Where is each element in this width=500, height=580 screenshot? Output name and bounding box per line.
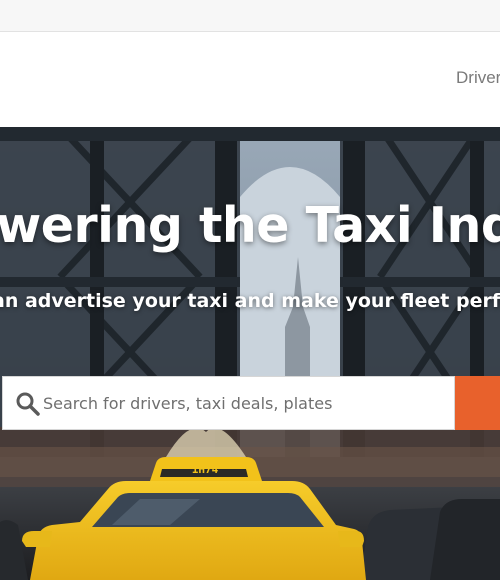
hero-background-photo: [0, 127, 500, 580]
search-icon: [16, 392, 40, 416]
hero-banner: 1H74 wering the Taxi Indu an advertise y…: [0, 127, 500, 580]
search-box: [2, 376, 455, 430]
taxi-roof-sign: 1H74: [191, 463, 219, 476]
top-bar: [0, 0, 500, 32]
search-input[interactable]: [43, 377, 448, 429]
nav-link-drivers[interactable]: Driver: [456, 68, 500, 88]
hero-subtitle: an advertise your taxi and make your fle…: [0, 290, 500, 312]
search-button[interactable]: [455, 376, 500, 430]
site-header: Driver: [0, 32, 500, 127]
hero-title: wering the Taxi Indu: [0, 197, 500, 254]
